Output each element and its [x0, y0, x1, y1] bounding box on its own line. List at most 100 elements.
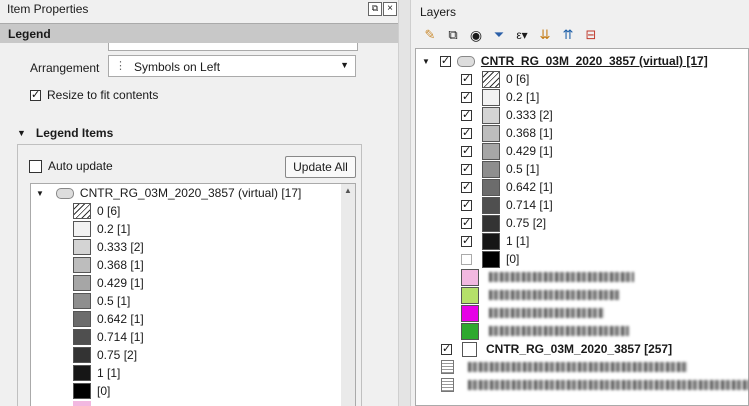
legend-symbol-item: [0]	[73, 382, 110, 400]
layer-symbol-item: 0.5 [1]	[461, 160, 539, 178]
symbol-swatch	[73, 329, 91, 345]
symbol-swatch	[461, 268, 479, 286]
symbol-swatch	[482, 70, 500, 88]
symbol-swatch	[482, 142, 500, 160]
properties-scroll-area: Arrangement ⋮ Symbols on Left ▼ Resize t…	[0, 43, 398, 406]
polygon-layer-icon	[55, 187, 74, 199]
panel-splitter[interactable]	[398, 0, 411, 406]
item-properties-panel: Item Properties ⧉ × Legend Arrangement ⋮…	[0, 0, 398, 406]
symbol-swatch	[73, 203, 91, 219]
table-layer-icon	[441, 360, 454, 374]
symbol-label: 0 [6]	[97, 204, 121, 218]
redacted-symbol-label	[489, 272, 634, 282]
symbol-label: 0.333 [2]	[97, 240, 144, 254]
symbol-visibility-checkbox[interactable]	[461, 198, 472, 211]
visibility-eye-icon[interactable]: ◉	[467, 26, 485, 44]
symbol-label: 0.5 [1]	[97, 294, 131, 308]
drag-handle-icon: ⋮	[115, 60, 126, 72]
table-layer-icon	[441, 378, 454, 392]
redacted-symbol-label	[489, 326, 629, 336]
redacted-symbol-item	[461, 322, 629, 340]
symbol-label: 0.5 [1]	[506, 162, 540, 176]
symbol-label: 0.75 [2]	[506, 216, 547, 230]
symbol-visibility-checkbox[interactable]	[461, 234, 472, 247]
symbol-label: 1 [1]	[506, 234, 530, 248]
arrangement-select[interactable]: ⋮ Symbols on Left ▼	[108, 55, 356, 77]
legend-symbol-item: 0.5 [1]	[73, 292, 130, 310]
symbol-visibility-checkbox[interactable]	[461, 144, 472, 157]
redacted-symbol-item	[461, 286, 619, 304]
redacted-symbol-item	[461, 304, 604, 322]
update-all-button[interactable]: Update All	[285, 156, 356, 178]
float-panel-button[interactable]: ⧉	[368, 2, 382, 16]
symbol-label: [0]	[506, 252, 520, 266]
resize-checkbox[interactable]	[30, 88, 41, 101]
remove-layer-icon[interactable]: ⊟	[582, 26, 600, 44]
style-layer-icon[interactable]: ✎	[421, 26, 439, 44]
symbol-swatch	[482, 88, 500, 106]
symbol-visibility-checkbox[interactable]	[461, 72, 472, 85]
symbol-swatch	[73, 311, 91, 327]
add-group-icon[interactable]: ⧉	[444, 26, 462, 44]
scrollbar-up-icon[interactable]: ▲	[344, 186, 352, 195]
legend-symbol-item: 1 [1]	[73, 364, 120, 382]
update-all-label: Update All	[293, 160, 348, 174]
layer-symbol-item: 0.333 [2]	[461, 106, 553, 124]
tree-expand-icon[interactable]: ▼	[36, 189, 44, 198]
layer1-visibility-checkbox[interactable]	[439, 54, 451, 67]
expression-filter-icon[interactable]: ε▾	[513, 26, 531, 44]
symbol-visibility-checkbox[interactable]	[461, 180, 472, 193]
symbol-visibility-checkbox[interactable]	[461, 162, 472, 175]
layer2-swatch	[462, 341, 477, 357]
layer-symbol-item: 0.714 [1]	[461, 196, 553, 214]
legend-tree-scrollbar[interactable]: ▲	[341, 184, 355, 406]
legend-symbol-item: 0 [6]	[73, 202, 120, 220]
symbol-visibility-checkbox[interactable]	[461, 216, 472, 229]
symbol-label: 0.714 [1]	[506, 198, 553, 212]
collapse-all-icon[interactable]: ⇈	[559, 26, 577, 44]
redacted-layer-name	[468, 380, 749, 390]
auto-update-label: Auto update	[48, 159, 113, 173]
close-panel-button[interactable]: ×	[383, 2, 397, 16]
symbol-swatch	[73, 257, 91, 273]
arrangement-label: Arrangement	[30, 61, 100, 75]
symbol-visibility-checkbox[interactable]	[461, 90, 472, 103]
symbol-label: 0.429 [1]	[97, 276, 144, 290]
symbol-swatch	[73, 239, 91, 255]
symbol-label: 0.368 [1]	[97, 258, 144, 272]
auto-update-checkbox[interactable]	[29, 159, 42, 173]
symbol-label: 0.429 [1]	[506, 144, 553, 158]
layer-symbol-item: 0.429 [1]	[461, 142, 553, 160]
panel-title: Item Properties	[7, 2, 89, 16]
symbol-swatch	[482, 160, 500, 178]
expand-all-icon[interactable]: ⇊	[536, 26, 554, 44]
symbol-label: 0.75 [2]	[97, 348, 138, 362]
legend-symbol-item: 0.368 [1]	[73, 256, 144, 274]
symbol-swatch	[73, 293, 91, 309]
legend-symbol-item: 0.642 [1]	[73, 310, 144, 328]
symbol-label: 1 [1]	[97, 366, 121, 380]
symbol-label: 0.2 [1]	[506, 90, 540, 104]
symbol-swatch	[482, 250, 500, 268]
title-field-stub[interactable]	[108, 43, 358, 51]
layer2-visibility-checkbox[interactable]	[441, 342, 452, 355]
legend-symbol-item: 0.75 [2]	[73, 346, 137, 364]
legend-layer-name: CNTR_RG_03M_2020_3857 (virtual) [17]	[79, 186, 302, 200]
legend-symbol-item: 0.714 [1]	[73, 328, 144, 346]
layer1-expand-icon[interactable]: ▼	[422, 57, 430, 66]
collapse-arrow-icon[interactable]: ▼	[17, 128, 26, 138]
symbol-visibility-checkbox[interactable]	[461, 126, 472, 139]
layer-symbol-item: 0.75 [2]	[461, 214, 546, 232]
symbol-swatch	[73, 365, 91, 381]
layer-symbol-item: 1 [1]	[461, 232, 529, 250]
symbol-swatch	[73, 347, 91, 363]
redacted-symbol-label	[489, 308, 604, 318]
legend-items-header: Legend Items	[35, 126, 114, 140]
symbol-label: 0.2 [1]	[97, 222, 131, 236]
layer2-name: CNTR_RG_03M_2020_3857 [257]	[486, 342, 673, 356]
symbol-visibility-checkbox[interactable]	[461, 253, 472, 265]
symbol-visibility-checkbox[interactable]	[461, 108, 472, 121]
symbol-swatch	[482, 214, 500, 232]
symbol-label: 0.714 [1]	[97, 330, 144, 344]
filter-icon[interactable]: ⏷	[490, 26, 508, 44]
